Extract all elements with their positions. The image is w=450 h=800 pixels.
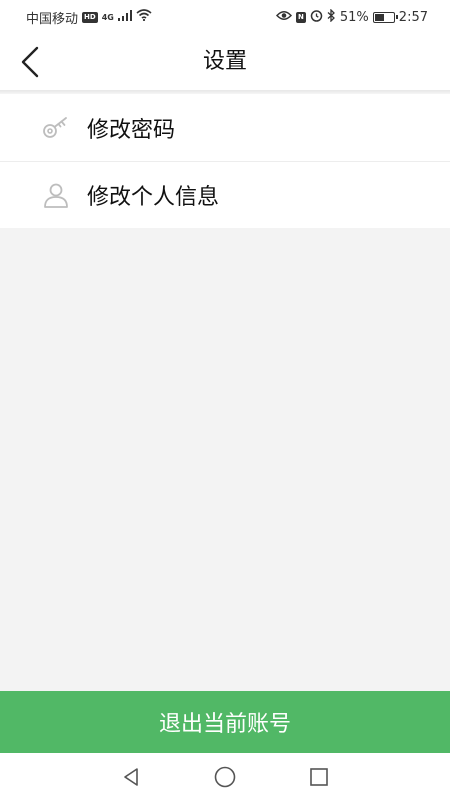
status-bar-right: N 51% 2:57	[276, 7, 428, 26]
menu-item-edit-profile[interactable]: 修改个人信息	[0, 161, 450, 228]
user-icon	[42, 181, 70, 209]
key-icon	[42, 114, 70, 142]
carrier-label: 中国移动	[26, 11, 79, 27]
settings-menu: 修改密码 修改个人信息	[0, 94, 450, 228]
chevron-left-icon	[21, 46, 39, 78]
page-title: 设置	[202, 49, 247, 74]
hd-badge: HD	[82, 11, 98, 23]
battery-level	[374, 13, 384, 21]
menu-item-change-password[interactable]: 修改密码	[0, 94, 450, 161]
bluetooth-icon	[327, 7, 336, 26]
battery-percent: 51%	[339, 9, 369, 25]
eye-icon	[276, 10, 293, 25]
clock-time: 2:57	[398, 9, 428, 25]
logout-button[interactable]: 退出当前账号	[0, 691, 450, 753]
menu-item-label: 修改个人信息	[87, 185, 220, 210]
alarm-icon	[310, 9, 323, 26]
recents-square-icon[interactable]	[304, 762, 334, 792]
network-type: 4G	[101, 12, 114, 22]
nfc-icon: N	[296, 11, 306, 23]
system-nav-bar	[0, 753, 450, 800]
back-triangle-icon[interactable]	[116, 762, 146, 792]
back-button[interactable]	[10, 42, 50, 82]
wifi-icon	[136, 9, 152, 25]
battery-icon	[372, 11, 398, 23]
home-circle-icon[interactable]	[210, 762, 240, 792]
status-bar: 中国移动 HD 4G N 51% 2:57	[0, 0, 450, 34]
menu-item-label: 修改密码	[87, 117, 176, 143]
status-bar-left: 中国移动 HD 4G	[26, 8, 152, 27]
signal-icon	[117, 9, 132, 25]
nav-bar: 设置	[0, 34, 450, 90]
